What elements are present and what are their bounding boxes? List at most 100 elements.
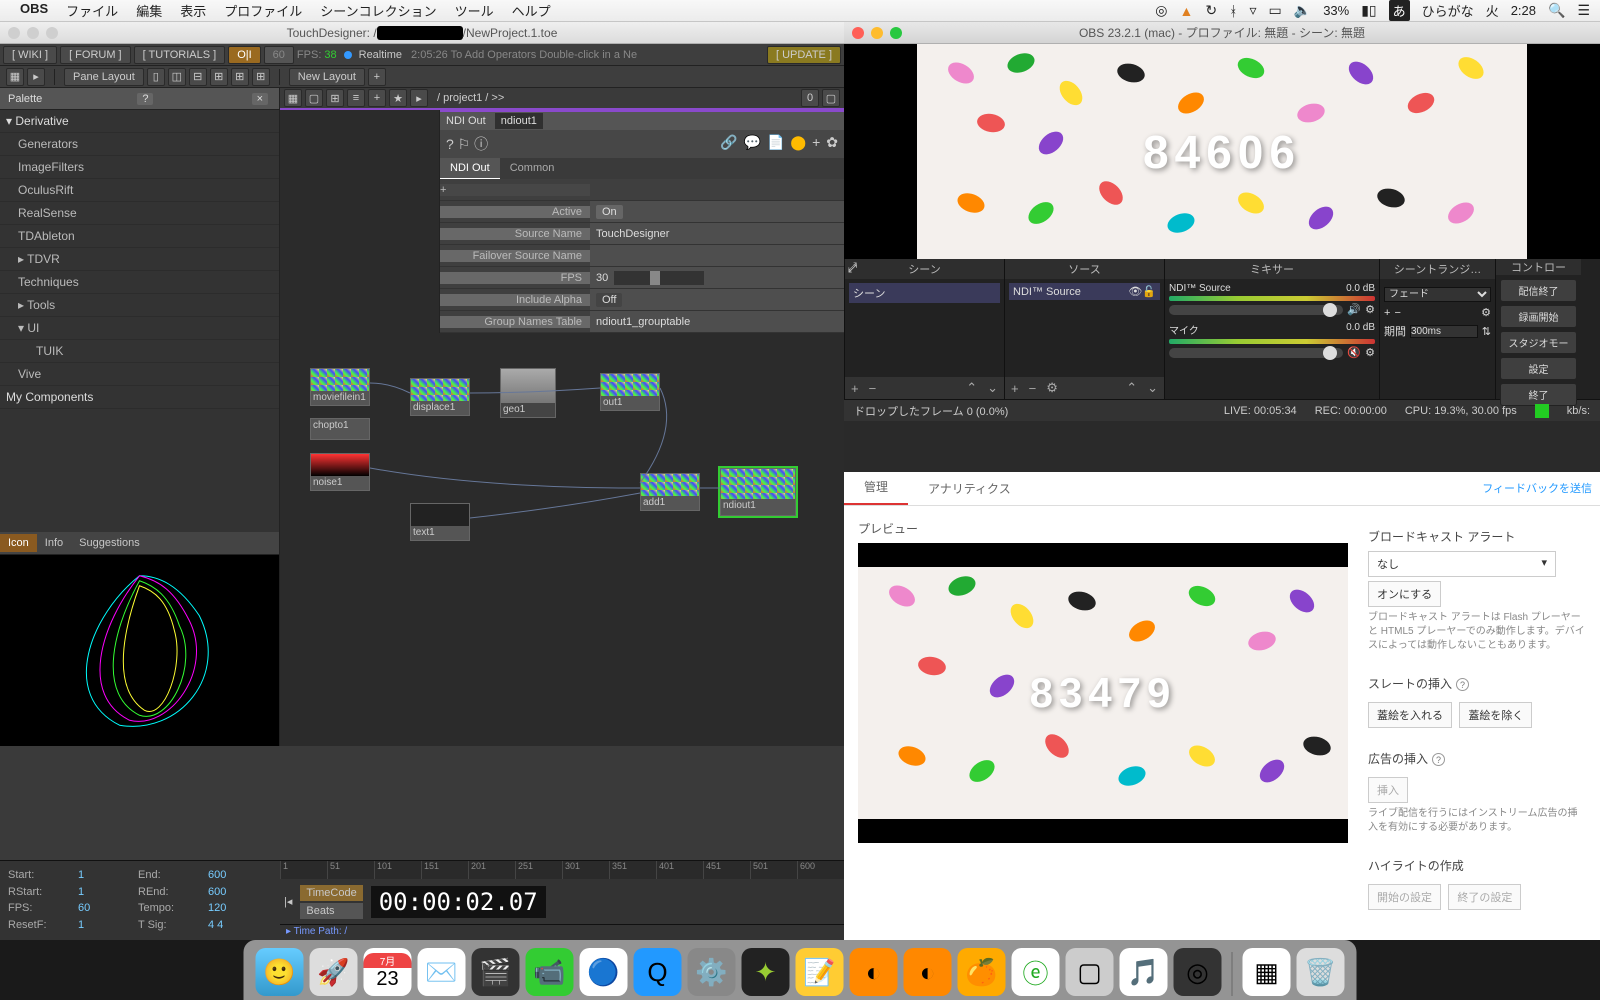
palette-tree[interactable]: ▾ Derivative Generators ImageFilters Ocu… <box>0 110 279 532</box>
net-grid-icon[interactable]: ⊞ <box>326 89 344 107</box>
obs-tray-icon[interactable]: ◎ <box>1155 2 1167 19</box>
feedback-link[interactable]: フィードバックを送信 <box>1482 480 1592 496</box>
mix1-gear-icon[interactable]: ⚙ <box>1365 303 1375 316</box>
trans-remove-icon[interactable]: − <box>1394 307 1400 319</box>
alert-select[interactable]: なし▾ <box>1368 551 1556 577</box>
pal-vive[interactable]: Vive <box>0 363 279 386</box>
dock-app1[interactable]: ▢ <box>1066 948 1114 996</box>
tab-icon[interactable]: Icon <box>0 534 37 552</box>
net-icon2[interactable]: ▢ <box>822 89 840 107</box>
dock-obs[interactable]: ◎ <box>1174 948 1222 996</box>
net-icon1[interactable]: 0 <box>801 89 819 107</box>
active-toggle[interactable]: On <box>596 205 623 219</box>
beats-button[interactable]: Beats <box>300 903 362 919</box>
node-canvas[interactable]: moviefilein1 displace1 geo1 out1 chopto1… <box>280 288 844 746</box>
lyt5-icon[interactable]: ⊞ <box>231 68 249 86</box>
highlight-end-button[interactable]: 終了の設定 <box>1448 884 1521 910</box>
transition-select[interactable]: フェード <box>1384 287 1491 302</box>
mix2-slider[interactable] <box>1169 348 1343 358</box>
pal-ui[interactable]: ▾ UI <box>0 317 279 340</box>
lyt3-icon[interactable]: ⊟ <box>189 68 207 86</box>
trans-add-icon[interactable]: + <box>1384 307 1390 319</box>
mix1-slider[interactable] <box>1169 305 1343 315</box>
tl-start-v[interactable]: 1 <box>78 869 128 883</box>
net-add-icon[interactable]: + <box>368 89 386 107</box>
pal-tuik[interactable]: TUIK <box>0 340 279 363</box>
dock-chrome[interactable]: 🔵 <box>580 948 628 996</box>
pal-oculusrift[interactable]: OculusRift <box>0 179 279 202</box>
param-link-icon[interactable]: 🔗 <box>720 134 737 154</box>
dock-settings[interactable]: ⚙️ <box>688 948 736 996</box>
tab-suggestions[interactable]: Suggestions <box>71 534 148 552</box>
menu-file[interactable]: ファイル <box>66 1 118 20</box>
param-script-icon[interactable]: 📄 <box>767 134 784 154</box>
dock-trash[interactable]: 🗑️ <box>1297 948 1345 996</box>
ime-icon[interactable]: あ <box>1389 0 1410 21</box>
forum-link[interactable]: [ FORUM ] <box>60 46 131 64</box>
menu-tools[interactable]: ツール <box>455 1 494 20</box>
settings-button[interactable]: 設定 <box>1500 357 1577 380</box>
network-path[interactable]: / project1 / >> <box>437 92 504 104</box>
node-displace1[interactable]: displace1 <box>410 378 470 416</box>
dock-blender[interactable]: ◐ <box>850 948 898 996</box>
node-out1[interactable]: out1 <box>600 373 660 411</box>
scene-remove-icon[interactable]: − <box>869 381 877 396</box>
dock-facetime[interactable]: 📹 <box>526 948 574 996</box>
pal-realsense[interactable]: RealSense <box>0 202 279 225</box>
stream-button[interactable]: 配信終了 <box>1500 279 1577 302</box>
tl-rstart-v[interactable]: 1 <box>78 886 128 900</box>
tab-ndiout[interactable]: NDI Out <box>440 158 500 179</box>
node-ndiout1[interactable]: ndiout1 <box>720 468 796 516</box>
dock-fl[interactable]: 🍊 <box>958 948 1006 996</box>
volume-icon[interactable]: 🔈 <box>1294 2 1311 19</box>
node-geo1[interactable]: geo1 <box>500 368 556 418</box>
fps-slider[interactable] <box>614 271 704 285</box>
new-layout-button[interactable]: New Layout <box>289 68 365 86</box>
trans-dur-field[interactable] <box>1410 325 1478 338</box>
dock-notes[interactable]: 📝 <box>796 948 844 996</box>
param-gear-icon[interactable]: ✿ <box>826 134 838 154</box>
tl-end-v[interactable]: 600 <box>208 869 258 883</box>
pal-techniques[interactable]: Techniques <box>0 271 279 294</box>
palette-help-icon[interactable]: ? <box>137 93 153 105</box>
palette-close-icon[interactable]: × <box>252 93 268 105</box>
dock-mail[interactable]: ✉️ <box>418 948 466 996</box>
control-center-icon[interactable]: ☰ <box>1577 2 1590 19</box>
lyt2-icon[interactable]: ◫ <box>168 68 186 86</box>
record-button[interactable]: 録画開始 <box>1500 305 1577 328</box>
pal-generators[interactable]: Generators <box>0 133 279 156</box>
node-noise1[interactable]: noise1 <box>310 453 370 491</box>
source-item[interactable]: NDI™ Source👁 🔓 <box>1009 283 1160 300</box>
scene-item[interactable]: シーン <box>849 283 1000 303</box>
alert-on-button[interactable]: オンにする <box>1368 581 1441 607</box>
lock-icon[interactable]: 🔓 <box>1142 285 1156 298</box>
trans-gear-icon[interactable]: ⚙ <box>1481 306 1491 319</box>
scene-up-icon[interactable]: ⌃ <box>966 380 977 396</box>
network-editor[interactable]: ▦ ▢ ⊞ ≡ + ★ ▸ / project1 / >> 0 ▢ NDI Ou… <box>280 88 844 746</box>
obs-traffic-lights[interactable] <box>852 27 902 39</box>
node-add1[interactable]: add1 <box>640 473 700 511</box>
pal-mycomponents[interactable]: My Components <box>0 386 279 409</box>
arrow-icon[interactable]: ▸ <box>27 68 45 86</box>
lyt4-icon[interactable]: ⊞ <box>210 68 228 86</box>
td-traffic-lights[interactable] <box>8 27 58 39</box>
airplay-icon[interactable]: ▭ <box>1269 2 1282 19</box>
add-layout-icon[interactable]: + <box>368 68 386 86</box>
help-icon2[interactable]: ? <box>1432 753 1445 766</box>
menu-profile[interactable]: プロファイル <box>224 1 302 20</box>
menu-scenecollection[interactable]: シーンコレクション <box>320 1 436 20</box>
tl-rend-v[interactable]: 600 <box>208 886 258 900</box>
dock-music[interactable]: 🎵 <box>1120 948 1168 996</box>
tab-manage[interactable]: 管理 <box>844 470 908 505</box>
tl-resetf-v[interactable]: 1 <box>78 919 128 933</box>
mix2-mute-icon[interactable]: 🔇 <box>1347 346 1361 359</box>
dock-folder[interactable]: ▦ <box>1243 948 1291 996</box>
scene-add-icon[interactable]: + <box>851 381 859 396</box>
scene-down-icon[interactable]: ⌄ <box>987 380 998 396</box>
battery-icon[interactable]: ▮▯ <box>1361 2 1376 19</box>
lyt1-icon[interactable]: ▯ <box>147 68 165 86</box>
mix2-gear-icon[interactable]: ⚙ <box>1365 346 1375 359</box>
net-box-icon[interactable]: ▢ <box>305 89 323 107</box>
tab-common[interactable]: Common <box>500 158 565 179</box>
bluetooth-icon[interactable]: ᚼ <box>1229 3 1237 19</box>
